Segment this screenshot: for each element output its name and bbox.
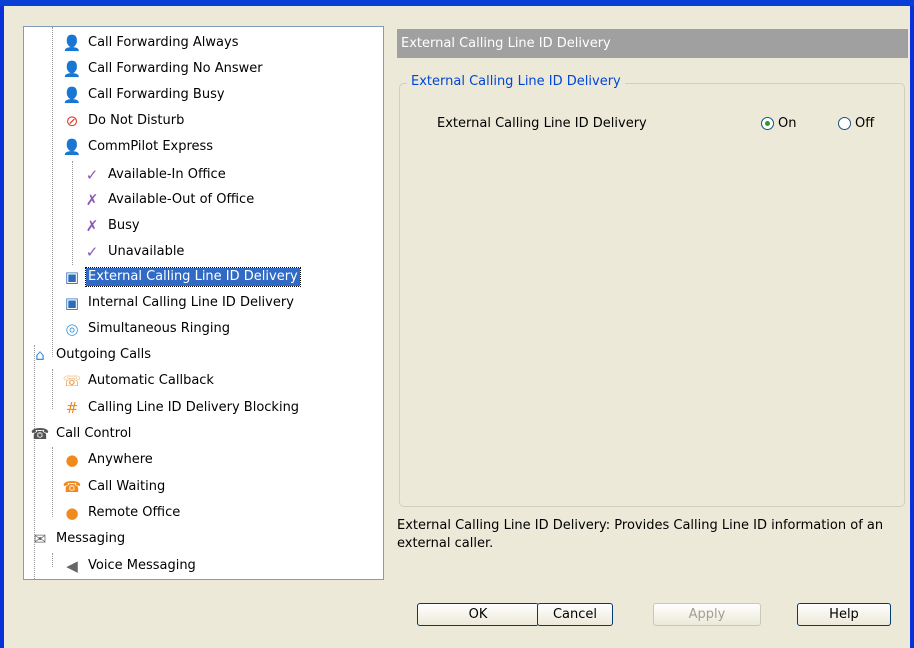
tree-item[interactable]: ◎ Simultaneous Ringing <box>62 318 232 340</box>
tree-item[interactable]: # Calling Line ID Delivery Blocking <box>62 397 301 419</box>
tree-item[interactable]: ☎ Call Control <box>30 423 133 445</box>
tree-item-label[interactable]: External Calling Line ID Delivery <box>85 267 301 287</box>
tree-item-label[interactable]: Anywhere <box>86 451 155 469</box>
service-tree[interactable]: 👤 Call Forwarding Always 👤 Call Forwarding … <box>23 26 384 580</box>
tree-item-label[interactable]: Call Forwarding Always <box>86 34 240 52</box>
anywhere-icon: ● <box>65 451 79 469</box>
window-frame-left <box>0 6 4 648</box>
tree-item-label[interactable]: Call Forwarding Busy <box>86 86 227 104</box>
window-frame-top <box>0 0 914 6</box>
tree-item[interactable]: ✗ Available-Out of Office <box>82 189 256 211</box>
tree-item[interactable]: 👤 Call Forwarding Busy <box>62 84 227 106</box>
cancel-button[interactable]: Cancel <box>537 603 613 626</box>
automatic-callback-icon: ☏ <box>62 372 82 390</box>
radio-selected-dot <box>765 121 770 126</box>
unavailable-icon: ✓ <box>85 243 99 261</box>
tree-item[interactable]: 👤 CommPilot Express <box>62 136 215 158</box>
tree-item-label[interactable]: Internal Calling Line ID Delivery <box>86 294 296 312</box>
tree-item-label[interactable]: Busy <box>106 217 142 235</box>
call-waiting-icon: ☎ <box>62 478 82 496</box>
help-button[interactable]: Help <box>797 603 891 626</box>
service-tree-content: 👤 Call Forwarding Always 👤 Call Forwarding … <box>24 27 364 579</box>
tree-item-label[interactable]: Call Forwarding No Answer <box>86 60 265 78</box>
available-in-office-icon: ✓ <box>85 166 99 184</box>
tree-item[interactable]: ✓ Unavailable <box>82 241 186 263</box>
tree-line <box>72 161 73 265</box>
panel-title-text: External Calling Line ID Delivery <box>401 36 611 51</box>
radio-on-circle[interactable] <box>761 117 774 130</box>
available-out-of-office-icon: ✗ <box>85 191 99 209</box>
internal-clid-icon: ▣ <box>64 294 80 312</box>
tree-item-label[interactable]: Automatic Callback <box>86 372 216 390</box>
tree-line <box>52 553 53 567</box>
call-control-icon: ☎ <box>30 425 50 443</box>
group-title: External Calling Line ID Delivery <box>407 74 625 89</box>
radio-off-label[interactable]: Off <box>855 116 874 131</box>
tree-item[interactable]: ☏ Automatic Callback <box>62 370 216 392</box>
tree-item-label[interactable]: CommPilot Express <box>86 138 215 156</box>
tree-item-label[interactable]: Simultaneous Ringing <box>86 320 232 338</box>
tree-item-label[interactable]: Available-Out of Office <box>106 191 256 209</box>
tree-item[interactable]: ▣ External Calling Line ID Delivery <box>62 266 301 288</box>
tree-item[interactable]: ✗ Busy <box>82 215 142 237</box>
tree-item[interactable]: ▣ Internal Calling Line ID Delivery <box>62 292 296 314</box>
call-forwarding-no-answer-icon: 👤 <box>62 60 82 78</box>
tree-item-label[interactable]: Available-In Office <box>106 166 228 184</box>
tree-line <box>52 27 53 357</box>
ok-button[interactable]: OK <box>417 603 539 626</box>
tree-item-label[interactable]: Unavailable <box>106 243 186 261</box>
tree-item[interactable]: ✉ Messaging <box>30 528 127 550</box>
tree-item[interactable]: ● Remote Office <box>62 502 182 524</box>
tree-item-label[interactable]: Call Control <box>54 425 133 443</box>
tree-item-label[interactable]: Voice Messaging <box>86 557 198 575</box>
simultaneous-ringing-icon: ◎ <box>65 320 79 338</box>
tree-item-label[interactable]: Messaging <box>54 530 127 548</box>
remote-office-icon: ● <box>65 504 79 522</box>
tree-line <box>52 447 53 517</box>
tree-line <box>52 369 53 409</box>
tree-item[interactable]: ◀ Voice Messaging <box>62 555 198 577</box>
tree-item[interactable]: ⌂ Outgoing Calls <box>30 344 153 366</box>
option-label: External Calling Line ID Delivery <box>437 116 647 131</box>
busy-icon: ✗ <box>85 217 99 235</box>
tree-item-label[interactable]: Outgoing Calls <box>54 346 153 364</box>
messaging-icon: ✉ <box>33 530 47 548</box>
tree-item[interactable]: ✓ Available-In Office <box>82 164 228 186</box>
radio-on[interactable]: On <box>761 116 796 131</box>
apply-button[interactable]: Apply <box>653 603 761 626</box>
call-forwarding-busy-icon: 👤 <box>62 86 82 104</box>
call-forwarding-always-icon: 👤 <box>62 34 82 52</box>
tree-item[interactable]: ☎ Call Waiting <box>62 476 167 498</box>
outgoing-calls-icon: ⌂ <box>35 346 45 364</box>
description-text: External Calling Line ID Delivery: Provi… <box>397 518 884 551</box>
external-clid-icon: ▣ <box>64 268 80 286</box>
tree-item-label[interactable]: Call Waiting <box>86 478 167 496</box>
clid-blocking-icon: # <box>65 399 79 417</box>
tree-item-label[interactable]: Remote Office <box>86 504 182 522</box>
radio-on-label[interactable]: On <box>778 116 796 131</box>
settings-group <box>399 83 905 507</box>
tree-item[interactable]: ● Anywhere <box>62 449 155 471</box>
tree-item[interactable]: 👤 Call Forwarding No Answer <box>62 58 265 80</box>
tree-item-label[interactable]: Calling Line ID Delivery Blocking <box>86 399 301 417</box>
do-not-disturb-icon: ⊘ <box>65 112 79 130</box>
radio-off-circle[interactable] <box>838 117 851 130</box>
tree-item[interactable]: 👤 Call Forwarding Always <box>62 32 240 54</box>
tree-item-label[interactable]: Do Not Disturb <box>86 112 186 130</box>
tree-item[interactable]: ⊘ Do Not Disturb <box>62 110 186 132</box>
radio-off[interactable]: Off <box>838 116 874 131</box>
commpilot-express-icon: 👤 <box>62 138 82 156</box>
voice-messaging-icon: ◀ <box>66 557 78 575</box>
panel-title: External Calling Line ID Delivery <box>397 29 908 58</box>
